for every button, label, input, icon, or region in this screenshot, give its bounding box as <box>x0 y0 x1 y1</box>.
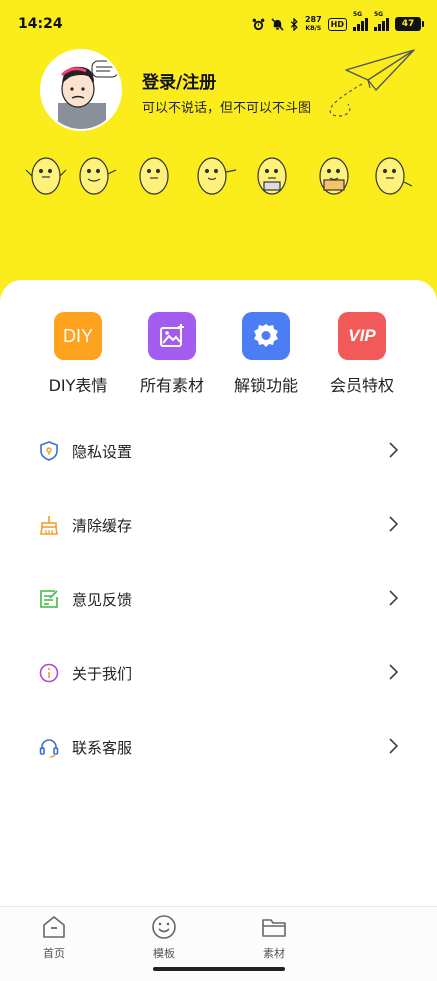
diy-icon: DIY <box>54 312 102 360</box>
broom-icon <box>40 516 58 535</box>
home-indicator[interactable] <box>153 967 285 971</box>
signal-tag: 5G <box>353 11 363 18</box>
chevron-right-icon <box>389 738 399 754</box>
paper-plane-icon <box>329 49 415 117</box>
headset-icon <box>39 739 59 758</box>
chevron-right-icon <box>389 442 399 458</box>
shield-icon <box>40 441 58 461</box>
menu-item-about[interactable]: 关于我们 <box>38 652 400 692</box>
signal-icon: 5G <box>353 11 368 31</box>
tab-label: 素材 <box>263 947 285 960</box>
quick-action-label: DIY表情 <box>48 376 108 395</box>
net-speed-unit: KB/S <box>305 25 322 32</box>
meme-avatar-icon <box>42 51 120 129</box>
mute-bell-icon <box>271 17 284 31</box>
menu-label: 关于我们 <box>72 665 133 683</box>
quick-action-label: 所有素材 <box>139 376 204 395</box>
menu-label: 清除缓存 <box>72 517 133 535</box>
doodle-chicks-illustration <box>25 157 413 195</box>
menu-item-feedback[interactable]: 意见反馈 <box>38 578 400 618</box>
menu-label: 联系客服 <box>72 739 133 757</box>
menu-item-privacy[interactable]: 隐私设置 <box>38 430 400 470</box>
status-icons: 287 KB/S HD 5G 5G 47 <box>252 11 424 34</box>
quick-action-label: 解锁功能 <box>233 376 298 395</box>
vip-icon-text: VIP <box>348 326 376 345</box>
menu-item-customer-service[interactable]: 联系客服 <box>38 726 400 766</box>
menu-label: 隐私设置 <box>72 443 133 461</box>
net-speed: 287 KB/S <box>305 15 322 33</box>
quick-action-all-materials[interactable]: 所有素材 <box>122 312 222 396</box>
folder-icon <box>262 919 286 937</box>
tab-home[interactable]: 首页 <box>24 913 84 961</box>
tab-label: 模板 <box>153 947 175 960</box>
tab-label: 首页 <box>43 947 65 960</box>
signal-icon-2: 5G <box>374 11 389 31</box>
home-icon <box>43 916 65 938</box>
quick-action-vip[interactable]: VIP 会员特权 <box>312 312 412 396</box>
gear-icon <box>242 312 290 360</box>
status-time: 14:24 <box>18 16 63 32</box>
login-register-link[interactable]: 登录/注册 <box>142 68 216 93</box>
menu-item-clear-cache[interactable]: 清除缓存 <box>38 504 400 544</box>
status-bar: 14:24 287 KB/S HD 5G 5G 47 <box>0 0 437 48</box>
vip-icon: VIP <box>338 312 386 360</box>
diy-icon-text: DIY <box>62 325 93 346</box>
chevron-right-icon <box>389 516 399 532</box>
bluetooth-icon <box>290 17 298 31</box>
profile-slogan: 可以不说话，但不可以不斗图 <box>142 101 312 116</box>
smiley-icon <box>152 915 176 939</box>
image-sparkle-icon <box>148 312 196 360</box>
alarm-icon <box>252 18 265 30</box>
chevron-right-icon <box>389 590 399 606</box>
menu-label: 意见反馈 <box>72 591 133 609</box>
menu-card: DIY DIY表情 所有素材 解锁功能 VIP 会员特权 隐私设置 清除缓存 意… <box>0 280 437 910</box>
quick-action-diy[interactable]: DIY DIY表情 <box>28 312 128 396</box>
chevron-right-icon <box>389 664 399 680</box>
quick-action-unlock[interactable]: 解锁功能 <box>216 312 316 396</box>
signal-tag-2: 5G <box>374 11 384 18</box>
battery-icon: 47 <box>395 17 424 31</box>
quick-action-label: 会员特权 <box>329 376 394 395</box>
feedback-note-icon <box>40 590 58 608</box>
hd-badge: HD <box>327 17 347 31</box>
avatar[interactable] <box>40 49 122 131</box>
tab-materials[interactable]: 素材 <box>244 913 304 961</box>
net-speed-value: 287 <box>304 15 322 24</box>
quick-actions: DIY DIY表情 所有素材 解锁功能 VIP 会员特权 <box>0 312 437 402</box>
info-icon <box>39 663 59 683</box>
tab-templates[interactable]: 模板 <box>134 913 194 961</box>
profile-header: 14:24 287 KB/S HD 5G 5G 47 登录/注册 可以不说话，但… <box>0 0 437 300</box>
